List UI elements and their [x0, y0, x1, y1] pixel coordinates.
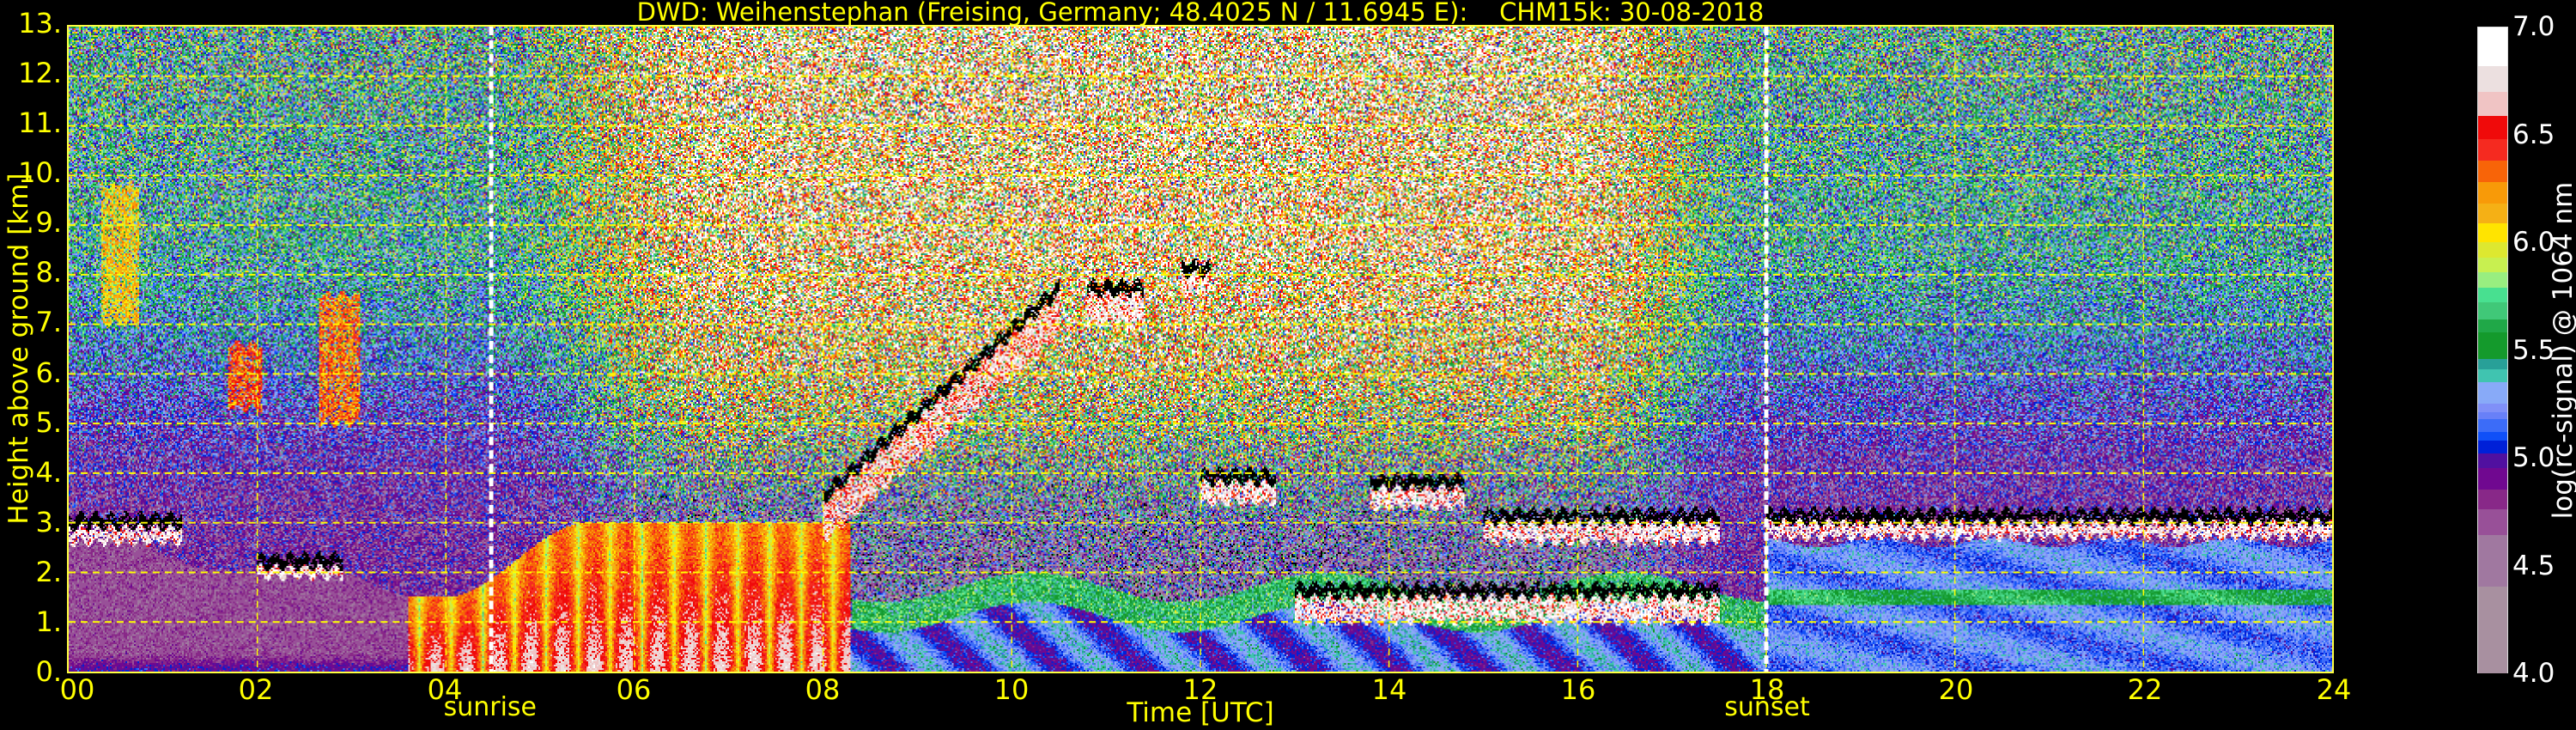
colorbar-segment	[2478, 222, 2507, 244]
y-tick-label: 4.	[35, 455, 62, 489]
y-tick-label: 11.	[18, 106, 62, 140]
colorbar-segment	[2478, 468, 2507, 491]
colorbar-segment	[2478, 66, 2507, 94]
colorbar-segment	[2478, 508, 2507, 537]
colorbar-segment	[2478, 27, 2507, 68]
y-tick-label: 1.	[35, 605, 62, 639]
colorbar-segment	[2478, 139, 2507, 162]
chart-title: DWD: Weihenstephan (Freising, Germany; 4…	[636, 0, 1765, 27]
y-tick-label: 13.	[18, 7, 62, 40]
colorbar	[2477, 27, 2508, 674]
colorbar-segment	[2478, 161, 2507, 184]
colorbar-tick-label: 4.5	[2512, 550, 2555, 581]
plot-area	[67, 25, 2334, 673]
colorbar-label: log(rc-signal) @ 1064 nm	[2548, 181, 2576, 520]
colorbar-segment	[2478, 92, 2507, 118]
colorbar-segment	[2478, 302, 2507, 321]
colorbar-segment	[2478, 418, 2507, 434]
colorbar-segment	[2478, 453, 2507, 470]
y-tick-label: 3.	[35, 505, 62, 538]
y-tick-label: 12.	[18, 57, 62, 90]
colorbar-segment	[2478, 332, 2507, 360]
colorbar-segment	[2478, 287, 2507, 304]
y-tick-label: 5.	[35, 405, 62, 439]
y-tick-label: 9.	[35, 206, 62, 240]
y-tick-label: 0.	[35, 655, 62, 689]
colorbar-segment	[2478, 242, 2507, 259]
y-tick-label: 8.	[35, 256, 62, 289]
colorbar-segment	[2478, 369, 2507, 384]
colorbar-segment	[2478, 182, 2507, 205]
colorbar-segment	[2478, 534, 2507, 588]
colorbar-tick-label: 6.5	[2512, 119, 2555, 150]
colorbar-segment	[2478, 257, 2507, 274]
colorbar-segment	[2478, 115, 2507, 141]
colorbar-segment	[2478, 204, 2507, 225]
y-tick-label: 7.	[35, 306, 62, 339]
x-axis-label: Time [UTC]	[1127, 697, 1274, 728]
grid-overlay	[69, 27, 2332, 672]
colorbar-segment	[2478, 382, 2507, 405]
colorbar-tick-label: 4.0	[2512, 658, 2555, 689]
y-tick-label: 6.	[35, 356, 62, 389]
y-axis-label: Height above ground [km]	[3, 173, 34, 525]
y-tick-label: 2.	[35, 555, 62, 588]
colorbar-segment	[2478, 490, 2507, 511]
colorbar-segment	[2478, 440, 2507, 455]
colorbar-tick-label: 7.0	[2512, 11, 2555, 42]
colorbar-segment	[2478, 586, 2507, 674]
colorbar-segment	[2478, 272, 2507, 289]
